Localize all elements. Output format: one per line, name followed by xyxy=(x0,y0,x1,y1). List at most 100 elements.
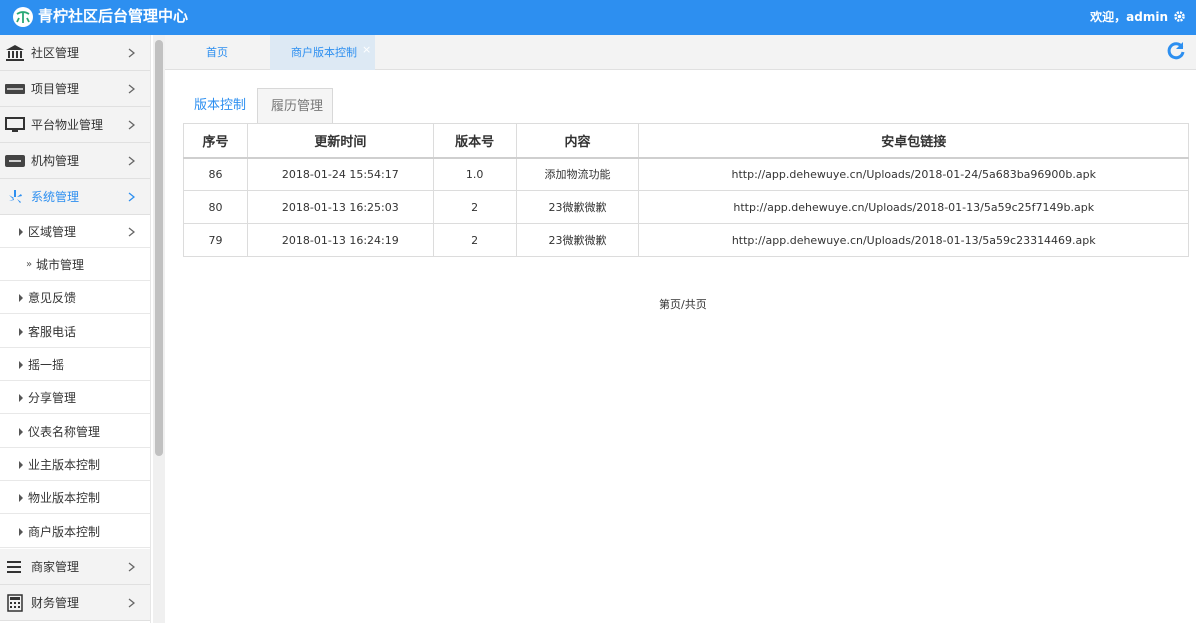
cell-apk-link[interactable]: http://app.dehewuye.cn/Uploads/2018-01-2… xyxy=(638,157,1189,191)
chevron-right-icon xyxy=(128,227,135,237)
chevron-right-icon xyxy=(128,120,135,130)
sidebar-item-label: 社区管理 xyxy=(31,46,80,60)
subtab-version-control[interactable]: 版本控制 xyxy=(183,88,257,123)
column-header: 安卓包链接 xyxy=(638,123,1189,158)
sidebar-subitem-meter-name[interactable]: 仪表名称管理 xyxy=(0,415,150,448)
caret-right-icon xyxy=(19,328,23,336)
sidebar-subitem-label: 商户版本控制 xyxy=(28,525,101,539)
sidebar-item-project[interactable]: 项目管理 xyxy=(0,71,150,107)
leaf-logo-icon xyxy=(13,7,33,27)
sidebar-item-label: 项目管理 xyxy=(31,82,80,96)
cell-update-time: 2018-01-13 16:24:19 xyxy=(246,223,434,257)
sidebar-subitem-label: 意见反馈 xyxy=(28,291,77,305)
bars-icon xyxy=(7,561,21,573)
sidebar-item-organization[interactable]: 机构管理 xyxy=(0,143,150,179)
sidebar-item-label: 财务管理 xyxy=(31,596,80,610)
cell-id: 80 xyxy=(183,190,248,224)
chevron-right-icon xyxy=(128,84,135,94)
chevron-right-icon xyxy=(128,156,135,166)
tab-merchant-version[interactable]: 商户版本控制 × xyxy=(270,35,375,70)
cell-version: 2 xyxy=(432,223,517,257)
tab-label: 商户版本控制 xyxy=(291,46,357,59)
sidebar-subitem-city[interactable]: » 城市管理 xyxy=(0,248,150,281)
sidebar-subitem-feedback[interactable]: 意见反馈 xyxy=(0,281,150,314)
refresh-icon[interactable] xyxy=(1166,41,1186,61)
table-header-row: 序号 更新时间 版本号 内容 安卓包链接 xyxy=(183,123,1189,158)
sidebar-subitem-label: 物业版本控制 xyxy=(28,491,101,505)
caret-right-icon xyxy=(19,394,23,402)
chevron-right-icon xyxy=(128,562,135,572)
bank-icon xyxy=(6,45,24,61)
tab-home[interactable]: 首页 xyxy=(165,35,270,70)
subtab-label: 履历管理 xyxy=(271,99,324,114)
cell-content: 添加物流功能 xyxy=(515,157,640,191)
column-header: 序号 xyxy=(183,123,248,158)
sidebar-subitem-region[interactable]: 区域管理 xyxy=(0,215,150,248)
sidebar-subitem-service-phone[interactable]: 客服电话 xyxy=(0,315,150,348)
sidebar-item-property[interactable]: 平台物业管理 xyxy=(0,107,150,143)
caret-right-icon xyxy=(19,361,23,369)
pagination-text: 第页/共页 xyxy=(659,298,707,311)
table-row[interactable]: 86 2018-01-24 15:54:17 1.0 添加物流功能 http:/… xyxy=(183,157,1189,191)
subtab-history[interactable]: 履历管理 xyxy=(257,88,333,123)
chevron-right-icon xyxy=(128,48,135,58)
cell-version: 2 xyxy=(432,190,517,224)
cell-version: 1.0 xyxy=(432,157,517,191)
subtab-bar: 版本控制 履历管理 xyxy=(183,88,1189,123)
cell-content: 23微歉微歉 xyxy=(515,190,640,224)
sidebar-item-community[interactable]: 社区管理 xyxy=(0,35,150,71)
gear-icon[interactable] xyxy=(1173,10,1186,23)
caret-right-icon xyxy=(19,228,23,236)
sidebar-subitem-label: 客服电话 xyxy=(28,325,77,339)
sidebar-subitem-label: 仪表名称管理 xyxy=(28,425,101,439)
sidebar-subitem-share[interactable]: 分享管理 xyxy=(0,381,150,414)
sidebar-subitem-label: 摇一摇 xyxy=(28,358,65,372)
caret-right-icon xyxy=(19,461,23,469)
cell-apk-link[interactable]: http://app.dehewuye.cn/Uploads/2018-01-1… xyxy=(638,190,1189,224)
sidebar: 社区管理 项目管理 平台物业管理 机构管理 系统管理 区域管理 » 城市管理 意… xyxy=(0,35,151,623)
subtab-label: 版本控制 xyxy=(194,98,247,113)
card-icon xyxy=(5,84,25,94)
app-title: 青柠社区后台管理中心 xyxy=(38,7,189,25)
table-row[interactable]: 79 2018-01-13 16:24:19 2 23微歉微歉 http://a… xyxy=(183,223,1189,257)
sidebar-item-label: 平台物业管理 xyxy=(31,118,104,132)
monitor-icon xyxy=(5,117,25,132)
sidebar-scroll-thumb[interactable] xyxy=(155,40,163,456)
column-header: 内容 xyxy=(515,123,640,158)
sidebar-subitem-owner-version[interactable]: 业主版本控制 xyxy=(0,448,150,481)
caret-right-icon xyxy=(19,528,23,536)
sidebar-subitem-label: 城市管理 xyxy=(36,258,85,272)
caret-right-icon xyxy=(19,294,23,302)
table-row[interactable]: 80 2018-01-13 16:25:03 2 23微歉微歉 http://a… xyxy=(183,190,1189,224)
sidebar-subitem-merchant-version[interactable]: 商户版本控制 xyxy=(0,515,150,548)
column-header: 更新时间 xyxy=(246,123,434,158)
sidebar-subitem-shake[interactable]: 摇一摇 xyxy=(0,348,150,381)
cell-id: 86 xyxy=(183,157,248,191)
cell-update-time: 2018-01-24 15:54:17 xyxy=(246,157,434,191)
sidebar-item-label: 机构管理 xyxy=(31,154,80,168)
chevron-right-icon xyxy=(128,598,135,608)
cell-apk-link[interactable]: http://app.dehewuye.cn/Uploads/2018-01-1… xyxy=(638,223,1189,257)
sidebar-item-finance[interactable]: 财务管理 xyxy=(0,585,150,621)
sidebar-subitem-label: 分享管理 xyxy=(28,391,77,405)
calculator-icon xyxy=(7,594,23,612)
cell-update-time: 2018-01-13 16:25:03 xyxy=(246,190,434,224)
cell-content: 23微歉微歉 xyxy=(515,223,640,257)
yelp-icon xyxy=(9,190,22,203)
sidebar-subitem-label: 区域管理 xyxy=(28,225,77,239)
tab-close-icon[interactable]: × xyxy=(362,44,371,56)
cell-id: 79 xyxy=(183,223,248,257)
sidebar-item-system[interactable]: 系统管理 xyxy=(0,179,150,215)
sidebar-subitem-label: 业主版本控制 xyxy=(28,458,101,472)
welcome-text[interactable]: 欢迎，admin xyxy=(1090,9,1168,25)
version-table: 序号 更新时间 版本号 内容 安卓包链接 86 2018-01-24 15:54… xyxy=(183,123,1189,257)
caret-right-icon xyxy=(19,494,23,502)
chevron-right-icon xyxy=(128,192,135,202)
sidebar-item-merchant[interactable]: 商家管理 xyxy=(0,549,150,585)
sidebar-item-label: 商家管理 xyxy=(31,560,80,574)
sidebar-subitem-property-version[interactable]: 物业版本控制 xyxy=(0,481,150,514)
double-chevron-icon: » xyxy=(26,259,33,270)
sidebar-item-label: 系统管理 xyxy=(31,190,80,204)
top-bar: 青柠社区后台管理中心 欢迎，admin xyxy=(0,0,1196,35)
tab-bar: 首页 商户版本控制 × xyxy=(165,35,1196,70)
